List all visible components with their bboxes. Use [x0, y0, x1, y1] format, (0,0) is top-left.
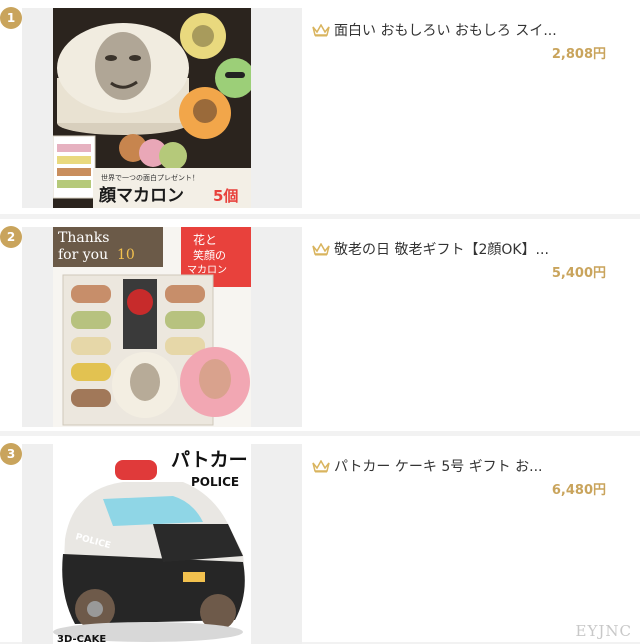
- rank-badge: 1: [0, 7, 22, 29]
- rank-badge: 2: [0, 226, 22, 248]
- product-image[interactable]: 世界で一つの面白プレゼント！ 顔マカロン 5個: [53, 8, 251, 208]
- rank-badge: 3: [0, 443, 22, 465]
- product-title[interactable]: 面白い おもしろい おもしろ スイ...: [334, 20, 557, 40]
- product-title-row[interactable]: パトカー ケーキ 5号 ギフト お...: [312, 456, 542, 476]
- image-text-for-you: for you: [58, 247, 108, 263]
- rank-number: 2: [6, 230, 16, 244]
- crown-icon: [312, 242, 330, 255]
- product-title[interactable]: 敬老の日 敬老ギフト【2顔OK】...: [334, 239, 549, 259]
- crown-icon: [312, 23, 330, 36]
- image-text-police: POLICE: [191, 475, 239, 489]
- watermark: EYJNC: [575, 622, 632, 640]
- product-image[interactable]: パトカー POLICE POLICE 3D-CAKE: [53, 444, 251, 644]
- ranking-item-2[interactable]: 2 Thanks for you 10 花と 笑顔の マカロン 敬老の日 敬老ギ…: [0, 219, 640, 431]
- ranking-item-1[interactable]: 1 世界で一つの面白プレゼント！ 顔マカロン 5個 面白い おもしろい おもしろ…: [0, 0, 640, 214]
- product-price: 6,480円: [551, 483, 606, 498]
- product-title-row[interactable]: 面白い おもしろい おもしろ スイ...: [312, 20, 557, 40]
- product-price: 5,400円: [551, 266, 606, 281]
- ranking-item-3[interactable]: 3 パトカー POLICE POLICE 3D-CAKE パトカー ケーキ 5号…: [0, 436, 640, 644]
- image-badge-line1: 花と: [193, 232, 217, 247]
- image-caption-count: 5個: [213, 187, 238, 205]
- product-image[interactable]: Thanks for you 10 花と 笑顔の マカロン: [53, 227, 251, 427]
- crown-icon: [312, 459, 330, 472]
- product-price: 2,808円: [551, 47, 606, 62]
- image-text-thanks: Thanks: [58, 230, 109, 246]
- product-image-frame[interactable]: パトカー POLICE POLICE 3D-CAKE: [22, 444, 302, 644]
- product-image-frame[interactable]: 世界で一つの面白プレゼント！ 顔マカロン 5個: [22, 8, 302, 208]
- image-badge-line2: 笑顔の: [193, 248, 226, 262]
- product-title-row[interactable]: 敬老の日 敬老ギフト【2顔OK】...: [312, 239, 549, 259]
- image-caption: 顔マカロン: [98, 185, 184, 206]
- product-image-frame[interactable]: Thanks for you 10 花と 笑顔の マカロン: [22, 227, 302, 427]
- image-text-title: パトカー: [171, 449, 248, 471]
- rank-number: 3: [6, 447, 16, 461]
- rank-number: 1: [6, 11, 16, 25]
- image-badge-line3: マカロン: [187, 264, 227, 276]
- ranking-list: 1 世界で一つの面白プレゼント！ 顔マカロン 5個 面白い おもしろい おもしろ…: [0, 0, 640, 644]
- image-text-bottom: 3D-CAKE: [57, 634, 106, 644]
- product-title[interactable]: パトカー ケーキ 5号 ギフト お...: [334, 456, 542, 476]
- image-caption-small: 世界で一つの面白プレゼント！: [101, 173, 199, 182]
- image-text-number: 10: [117, 247, 135, 263]
